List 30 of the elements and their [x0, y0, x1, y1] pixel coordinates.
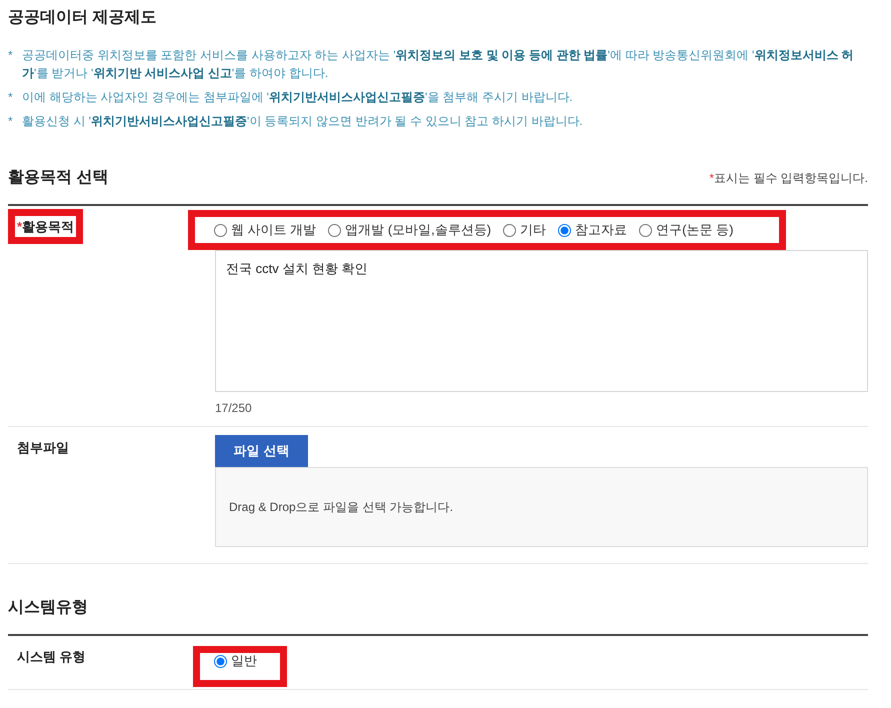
radio-button[interactable]	[503, 224, 516, 236]
radio-button[interactable]	[214, 654, 227, 668]
bullet-mark: *	[8, 89, 14, 106]
radio-button[interactable]	[214, 224, 227, 236]
notice-text: 이에 해당하는 사업자인 경우에는 첨부파일에 '위치기반서비스사업신고필증'을 첨부해 주시기 바랍니다.	[22, 89, 573, 106]
radio-button[interactable]	[328, 224, 342, 236]
text-area[interactable]: 전국 cctv 설치 현황 확인	[215, 250, 868, 392]
option-label[interactable]: 연구(논문 등)	[656, 222, 734, 238]
page-title: 공공데이터 제공제도	[8, 8, 158, 28]
field-label: *활용목적	[17, 218, 74, 236]
character-counter: 17/250	[215, 400, 252, 416]
drop-zone[interactable]: Drag & Drop으로 파일을 선택 가능합니다.	[215, 467, 868, 547]
option-label[interactable]: 일반	[231, 653, 257, 669]
bullet-mark: *	[8, 47, 14, 64]
section-title: 활용목적 선택	[8, 168, 108, 188]
option-label[interactable]: 참고자료	[575, 222, 628, 238]
option-label[interactable]: 웹 사이트 개발	[231, 222, 316, 238]
option-label[interactable]: 앱개발 (모바일,솔루션등)	[345, 222, 492, 238]
field-label: 첨부파일	[17, 439, 69, 457]
notice-text: 활용신청 시 '위치기반서비스사업신고필증'이 등록되지 않으면 반려가 될 수 있으니 참고 하시기 바랍니다.	[22, 113, 583, 130]
radio-button[interactable]	[639, 224, 652, 236]
option-label[interactable]: 기타	[520, 222, 546, 238]
notice-text: 공공데이터중 위치정보를 포함한 서비스를 사용하고자 하는 사업자는 '위치정보의 보호 및 이용 등에 관한 법률'에 따라 방송통신위원회에 '위치정보서비스 허가'를 받거나 '위치기반 서비스사업 신고'를 하여야 합니다.	[22, 47, 855, 82]
required-note: *표시는 필수 입력항목입니다.	[709, 170, 868, 187]
section-title: 시스템유형	[8, 598, 88, 618]
radio-button[interactable]	[558, 224, 572, 236]
file-select-button[interactable]: 파일 선택	[215, 435, 308, 467]
drop-hint: Drag & Drop으로 파일을 선택 가능합니다.	[229, 498, 454, 516]
field-label: 시스템 유형	[17, 648, 86, 666]
bullet-mark: *	[8, 113, 14, 130]
